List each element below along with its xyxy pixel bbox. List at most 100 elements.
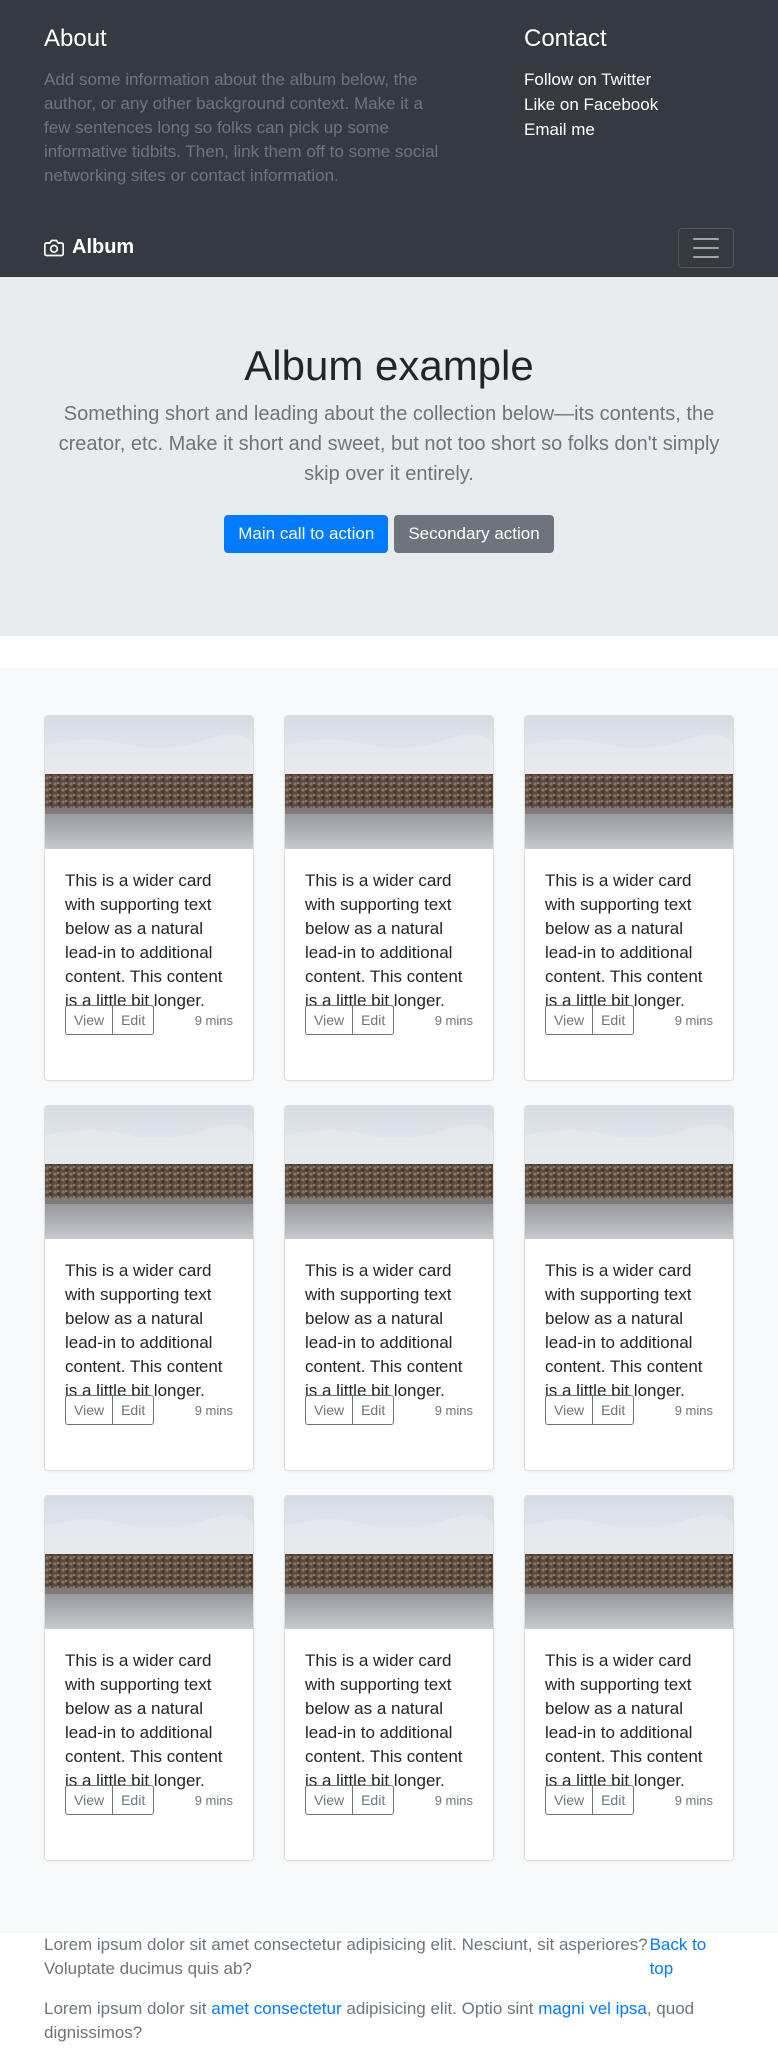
card-button-group: View Edit bbox=[65, 1785, 155, 1815]
card-actions: View Edit 9 mins bbox=[305, 1395, 473, 1425]
contact-section: Contact Follow on Twitter Like on Facebo… bbox=[524, 24, 744, 143]
view-button[interactable]: View bbox=[305, 1395, 354, 1425]
footer-inline-link[interactable]: amet consectetur bbox=[211, 1999, 341, 2018]
card-body: This is a wider card with supporting tex… bbox=[285, 849, 493, 1055]
card-thumbnail-image bbox=[525, 1496, 733, 1629]
card-body: This is a wider card with supporting tex… bbox=[45, 1239, 253, 1445]
navbar: Album bbox=[0, 228, 778, 270]
about-section: About Add some information about the alb… bbox=[44, 24, 444, 188]
card-text: This is a wider card with supporting tex… bbox=[305, 1261, 463, 1400]
edit-button[interactable]: Edit bbox=[593, 1785, 635, 1815]
card-time: 9 mins bbox=[434, 1402, 473, 1418]
brand-label: Album bbox=[72, 236, 135, 258]
card-body: This is a wider card with supporting tex… bbox=[525, 1629, 733, 1835]
card-actions: View Edit 9 mins bbox=[545, 1395, 713, 1425]
footer-inline-link[interactable]: magni vel ipsa bbox=[538, 1999, 647, 2018]
jumbotron: Album example Something short and leadin… bbox=[0, 277, 778, 636]
jumbotron-title: Album example bbox=[244, 342, 534, 389]
edit-button[interactable]: Edit bbox=[353, 1395, 395, 1425]
card-body: This is a wider card with supporting tex… bbox=[525, 1239, 733, 1445]
contact-item: Like on Facebook bbox=[524, 93, 744, 118]
album-card: This is a wider card with supporting tex… bbox=[284, 715, 494, 1081]
card-button-group: View Edit bbox=[545, 1005, 635, 1035]
card-actions: View Edit 9 mins bbox=[65, 1005, 233, 1035]
card-time: 9 mins bbox=[194, 1012, 233, 1028]
card-button-group: View Edit bbox=[65, 1005, 155, 1035]
view-button[interactable]: View bbox=[65, 1785, 114, 1815]
navbar-toggler-button[interactable] bbox=[678, 228, 734, 268]
view-button[interactable]: View bbox=[305, 1005, 354, 1035]
card-text: This is a wider card with supporting tex… bbox=[65, 871, 223, 1010]
card-time: 9 mins bbox=[434, 1792, 473, 1808]
card-thumbnail-image bbox=[525, 1106, 733, 1239]
card-thumbnail-image bbox=[285, 1106, 493, 1239]
contact-item: Email me bbox=[524, 118, 744, 143]
secondary-action-button[interactable]: Secondary action bbox=[394, 515, 554, 553]
card-time: 9 mins bbox=[674, 1402, 713, 1418]
twitter-link[interactable]: Follow on Twitter bbox=[524, 70, 651, 89]
card-body: This is a wider card with supporting tex… bbox=[45, 1629, 253, 1835]
card-actions: View Edit 9 mins bbox=[545, 1005, 713, 1035]
view-button[interactable]: View bbox=[545, 1785, 594, 1815]
edit-button[interactable]: Edit bbox=[593, 1395, 635, 1425]
card-actions: View Edit 9 mins bbox=[65, 1395, 233, 1425]
view-button[interactable]: View bbox=[305, 1785, 354, 1815]
facebook-link[interactable]: Like on Facebook bbox=[524, 95, 658, 114]
card-button-group: View Edit bbox=[305, 1785, 395, 1815]
card-actions: View Edit 9 mins bbox=[305, 1785, 473, 1815]
footer-text-secondary: Lorem ipsum dolor sit amet consectetur a… bbox=[44, 1997, 734, 2045]
card-actions: View Edit 9 mins bbox=[65, 1785, 233, 1815]
hamburger-menu-icon bbox=[693, 238, 719, 258]
card-actions: View Edit 9 mins bbox=[305, 1005, 473, 1035]
card-time: 9 mins bbox=[194, 1402, 233, 1418]
card-thumbnail-image bbox=[525, 716, 733, 849]
brand-link[interactable]: Album bbox=[44, 236, 134, 259]
edit-button[interactable]: Edit bbox=[113, 1785, 155, 1815]
footer-text-part: adipisicing elit. Optio sint bbox=[341, 1999, 539, 2018]
album-card: This is a wider card with supporting tex… bbox=[44, 1495, 254, 1861]
footer-text: Lorem ipsum dolor sit amet consectetur a… bbox=[44, 1935, 648, 1978]
card-text: This is a wider card with supporting tex… bbox=[65, 1261, 223, 1400]
jumbotron-lead: Something short and leading about the co… bbox=[58, 403, 720, 485]
footer-text-part: Lorem ipsum dolor sit bbox=[44, 1999, 212, 2018]
email-link[interactable]: Email me bbox=[524, 120, 595, 139]
contact-item: Follow on Twitter bbox=[524, 68, 744, 93]
view-button[interactable]: View bbox=[545, 1395, 594, 1425]
camera-icon bbox=[44, 239, 64, 256]
back-to-top-link[interactable]: Back to top bbox=[650, 1933, 734, 1981]
card-button-group: View Edit bbox=[545, 1785, 635, 1815]
album-card: This is a wider card with supporting tex… bbox=[44, 715, 254, 1081]
card-grid: This is a wider card with supporting tex… bbox=[44, 715, 734, 1861]
card-body: This is a wider card with supporting tex… bbox=[285, 1239, 493, 1445]
card-text: This is a wider card with supporting tex… bbox=[545, 1651, 703, 1790]
main-call-to-action-button[interactable]: Main call to action bbox=[224, 515, 389, 553]
album-card: This is a wider card with supporting tex… bbox=[524, 1495, 734, 1861]
album-card: This is a wider card with supporting tex… bbox=[284, 1105, 494, 1471]
card-time: 9 mins bbox=[194, 1792, 233, 1808]
card-text: This is a wider card with supporting tex… bbox=[305, 871, 463, 1010]
album-card: This is a wider card with supporting tex… bbox=[284, 1495, 494, 1861]
card-body: This is a wider card with supporting tex… bbox=[525, 849, 733, 1055]
card-thumbnail-image bbox=[285, 1496, 493, 1629]
card-time: 9 mins bbox=[434, 1012, 473, 1028]
about-title: About bbox=[44, 25, 107, 52]
edit-button[interactable]: Edit bbox=[353, 1005, 395, 1035]
view-button[interactable]: View bbox=[65, 1005, 114, 1035]
edit-button[interactable]: Edit bbox=[353, 1785, 395, 1815]
view-button[interactable]: View bbox=[65, 1395, 114, 1425]
card-thumbnail-image bbox=[45, 1106, 253, 1239]
card-button-group: View Edit bbox=[305, 1395, 395, 1425]
view-button[interactable]: View bbox=[545, 1005, 594, 1035]
card-thumbnail-image bbox=[285, 716, 493, 849]
card-time: 9 mins bbox=[674, 1012, 713, 1028]
card-text: This is a wider card with supporting tex… bbox=[65, 1651, 223, 1790]
footer-row: Lorem ipsum dolor sit amet consectetur a… bbox=[44, 1933, 734, 1981]
card-text: This is a wider card with supporting tex… bbox=[545, 1261, 703, 1400]
card-body: This is a wider card with supporting tex… bbox=[285, 1629, 493, 1835]
card-actions: View Edit 9 mins bbox=[545, 1785, 713, 1815]
edit-button[interactable]: Edit bbox=[113, 1395, 155, 1425]
edit-button[interactable]: Edit bbox=[113, 1005, 155, 1035]
edit-button[interactable]: Edit bbox=[593, 1005, 635, 1035]
about-text: Add some information about the album bel… bbox=[44, 70, 439, 185]
card-time: 9 mins bbox=[674, 1792, 713, 1808]
